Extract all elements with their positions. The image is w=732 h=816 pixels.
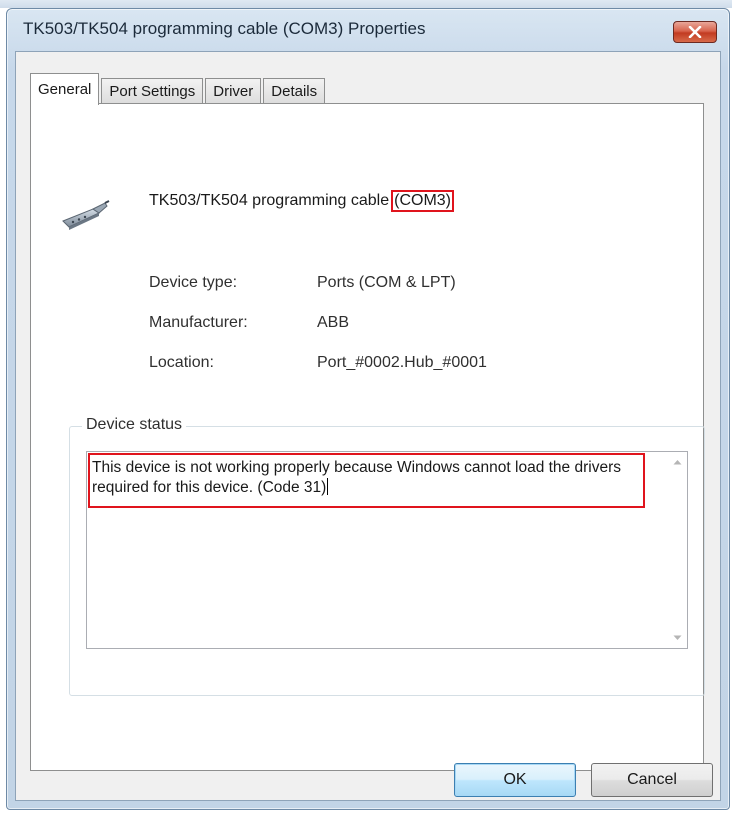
window-title: TK503/TK504 programming cable (COM3) Pro… — [23, 19, 426, 38]
close-button[interactable] — [673, 21, 717, 43]
scroll-up-button[interactable] — [668, 453, 687, 471]
close-icon — [688, 26, 702, 38]
device-name: TK503/TK504 programming cable (COM3) — [149, 190, 455, 212]
scroll-down-arrow-icon — [673, 635, 682, 640]
status-scrollbar[interactable] — [668, 452, 687, 648]
ok-button[interactable]: OK — [454, 763, 576, 797]
tab-port-settings[interactable]: Port Settings — [101, 78, 204, 104]
device-name-text: TK503/TK504 programming cable — [149, 192, 390, 209]
scroll-down-button[interactable] — [668, 629, 687, 647]
tab-details[interactable]: Details — [263, 78, 326, 104]
general-tab-panel: TK503/TK504 programming cable (COM3) Dev… — [30, 103, 705, 771]
device-status-message: This device is not working properly beca… — [92, 459, 621, 496]
location-value: Port_#0002.Hub_#0001 — [317, 354, 487, 371]
device-status-legend: Device status — [82, 416, 187, 434]
properties-dialog: TK503/TK504 programming cable (COM3) Pro… — [6, 8, 730, 810]
tab-driver[interactable]: Driver — [205, 78, 262, 104]
location-label: Location: — [149, 354, 214, 371]
manufacturer-value: ABB — [317, 314, 350, 331]
text-caret — [327, 478, 329, 495]
device-status-group: Device status This device is not working… — [69, 416, 705, 696]
cancel-button[interactable]: Cancel — [591, 763, 713, 797]
device-type-value: Ports (COM & LPT) — [317, 274, 456, 291]
device-type-label: Device type: — [149, 274, 238, 291]
manufacturer-label: Manufacturer: — [149, 314, 248, 331]
title-bar[interactable]: TK503/TK504 programming cable (COM3) Pro… — [7, 9, 729, 51]
device-status-textbox[interactable]: This device is not working properly beca… — [86, 451, 688, 649]
device-status-message-highlight: This device is not working properly beca… — [88, 453, 645, 508]
dialog-client-area: General Port Settings Driver Details TK5… — [15, 51, 721, 801]
serial-port-cable-icon — [62, 200, 110, 230]
tab-strip: General Port Settings Driver Details — [30, 72, 327, 105]
device-port-highlight: (COM3) — [391, 190, 455, 212]
tab-general[interactable]: General — [30, 73, 100, 105]
scroll-up-arrow-icon — [673, 460, 682, 465]
background-strip — [0, 0, 732, 8]
